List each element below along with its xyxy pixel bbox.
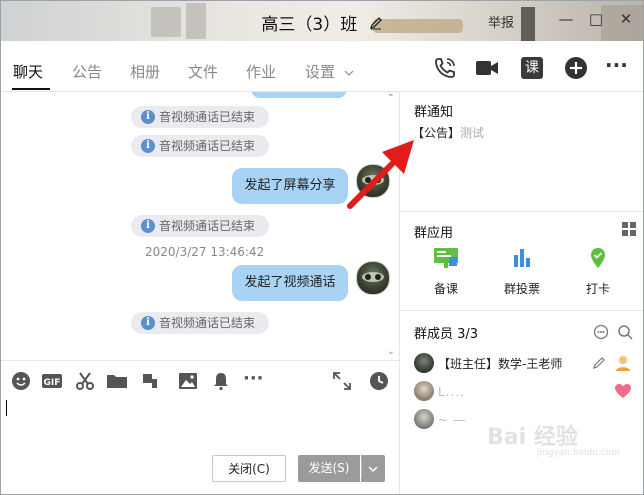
member-name: ~ — <box>438 413 467 427</box>
edit-pencil-icon[interactable] <box>369 15 383 35</box>
group-name: 高三（3）班 <box>261 15 358 35</box>
avatar <box>414 409 434 429</box>
info-icon: i <box>141 316 155 330</box>
image-icon[interactable] <box>177 370 199 392</box>
send-options-button[interactable] <box>361 455 385 482</box>
close-chat-button[interactable]: 关闭(C) <box>212 455 286 482</box>
tab-chat[interactable]: 聊天 <box>13 61 43 82</box>
system-message: i 音视频通话已结束 <box>131 135 269 157</box>
message-input-area[interactable]: 关闭(C) 发送(S) <box>1 400 399 494</box>
search-icon[interactable] <box>617 324 633 340</box>
edit-pencil-icon[interactable] <box>592 356 606 370</box>
tab-settings[interactable]: 设置 <box>305 61 354 82</box>
tab-settings-label: 设置 <box>305 63 336 81</box>
system-message-text: 音视频通话已结束 <box>159 219 256 233</box>
maximize-button[interactable]: □ <box>587 10 605 28</box>
folder-icon[interactable] <box>106 370 128 392</box>
system-message: i 音视频通话已结束 <box>131 215 269 237</box>
system-message: i 音视频通话已结束 <box>131 106 269 128</box>
system-message-text: 音视频通话已结束 <box>159 110 256 124</box>
avatar[interactable] <box>356 164 390 198</box>
chevron-down-icon <box>361 459 378 478</box>
course-icon[interactable]: 课 <box>521 57 543 79</box>
composer-toolbar: GIF ··· <box>1 360 399 401</box>
message-bubble-video-call[interactable]: 发起了视频通话 <box>232 265 348 301</box>
message-bubble-screen-share[interactable]: 发起了屏幕分享 <box>232 168 348 204</box>
grid-icon[interactable] <box>622 222 636 236</box>
teacher-badge-icon <box>616 356 630 371</box>
svg-text:GIF: GIF <box>44 378 61 388</box>
tab-bar: 聊天 公告 相册 文件 作业 设置 课 ··· <box>1 41 643 92</box>
avatar <box>414 353 434 373</box>
divider <box>400 211 643 212</box>
system-message-text: 音视频通话已结束 <box>159 139 256 153</box>
avatar <box>414 381 434 401</box>
check-in-pin-icon <box>591 248 605 268</box>
scroll-up-icon[interactable]: ⌃ <box>387 93 395 104</box>
member-name: 【班主任】数学-王老师 <box>438 357 563 371</box>
watermark-url: jingyan.baidu.com <box>537 448 621 458</box>
tab-homework[interactable]: 作业 <box>246 61 276 82</box>
report-link[interactable]: 举报 <box>488 12 514 31</box>
message-timestamp: 2020/3/27 13:46:42 <box>145 245 265 259</box>
group-apps-title: 群应用 <box>414 226 454 241</box>
video-icon[interactable] <box>475 56 499 80</box>
vote-chart-icon <box>514 249 530 267</box>
active-tab-indicator <box>12 88 50 90</box>
tab-announcement[interactable]: 公告 <box>72 61 102 82</box>
app-check-in[interactable]: 打卡 <box>568 247 628 297</box>
plus-icon[interactable] <box>564 56 588 80</box>
chevron-down-icon <box>344 70 354 76</box>
member-row[interactable]: L.... <box>414 381 634 403</box>
expand-icon[interactable] <box>331 370 353 392</box>
system-message-text: 音视频通话已结束 <box>159 316 256 330</box>
watermark-logo: Bai 经验 <box>487 425 578 450</box>
tab-files[interactable]: 文件 <box>188 61 218 82</box>
divider <box>400 310 643 311</box>
previous-bubble-fragment <box>251 92 347 98</box>
screenshot-frame-icon[interactable] <box>139 370 161 392</box>
group-notice-title: 群通知 <box>414 105 454 120</box>
scroll-down-icon[interactable]: ⌄ <box>387 346 395 357</box>
app-group-vote[interactable]: 群投票 <box>492 247 552 297</box>
scissors-icon[interactable] <box>74 370 96 392</box>
group-members-title: 群成员 3/3 <box>414 327 479 342</box>
member-row[interactable]: 【班主任】数学-王老师 <box>414 353 634 375</box>
title-bar: 高三（3）班 举报 — □ ✕ <box>1 1 643 41</box>
heart-icon <box>615 384 631 398</box>
avatar[interactable] <box>356 261 390 295</box>
more-icon[interactable]: ··· <box>605 55 629 79</box>
minimize-button[interactable]: — <box>557 10 575 28</box>
gif-icon[interactable]: GIF <box>41 370 63 392</box>
lesson-prep-icon <box>434 248 458 268</box>
close-button[interactable]: ✕ <box>617 10 635 28</box>
avatar-goggles-icon <box>362 175 384 185</box>
member-chat-icon[interactable] <box>593 324 609 340</box>
app-label: 打卡 <box>585 282 610 296</box>
text-caret <box>6 400 7 416</box>
system-message: i 音视频通话已结束 <box>131 312 269 334</box>
send-button[interactable]: 发送(S) <box>298 455 360 482</box>
phone-icon[interactable] <box>433 56 457 80</box>
avatar-goggles-icon <box>362 272 384 282</box>
chat-message-list[interactable]: ⌃ i 音视频通话已结束 i 音视频通话已结束 发起了屏幕分享 i 音视频通话已… <box>1 92 399 360</box>
more-tools-icon[interactable]: ··· <box>243 370 265 392</box>
app-lesson-prep[interactable]: 备课 <box>416 247 476 297</box>
bell-icon[interactable] <box>210 370 232 392</box>
window-title: 高三（3）班 <box>1 10 643 35</box>
group-notice-content[interactable]: 【公告】测试 <box>412 124 484 141</box>
notice-text: 测试 <box>460 126 485 140</box>
info-icon: i <box>141 110 155 124</box>
emoji-icon[interactable] <box>10 370 32 392</box>
info-icon: i <box>141 139 155 153</box>
app-label: 群投票 <box>503 282 540 296</box>
tab-album[interactable]: 相册 <box>130 61 160 82</box>
history-clock-icon[interactable] <box>368 370 390 392</box>
info-icon: i <box>141 219 155 233</box>
app-label: 备课 <box>433 282 458 296</box>
chat-window: 高三（3）班 举报 — □ ✕ 聊天 公告 相册 文件 作业 设置 课 ··· … <box>0 0 644 495</box>
notice-tag: 【公告】 <box>412 126 461 140</box>
member-name: L.... <box>438 385 465 399</box>
